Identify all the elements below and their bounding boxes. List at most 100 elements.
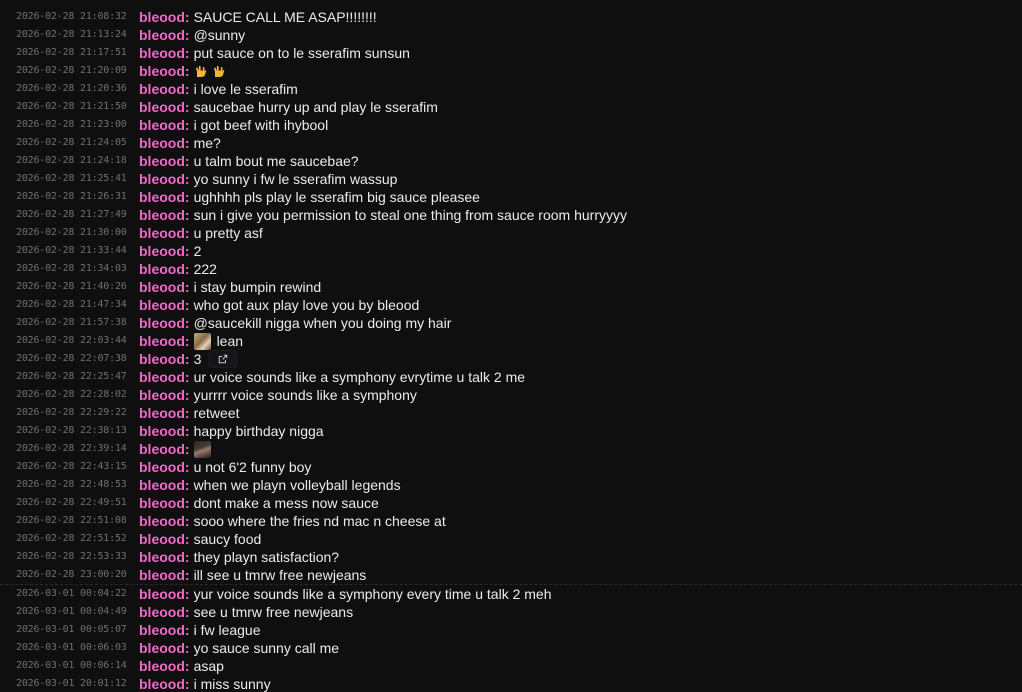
image-thumbnail[interactable]: [193, 440, 211, 458]
chat-message: 2026-03-01 00:06:14 bleood: asap: [0, 657, 1022, 675]
username-separator: :: [184, 315, 190, 331]
message-timestamp: 2026-02-28 22:03:44: [16, 335, 127, 346]
message-username[interactable]: bleood: [139, 332, 185, 350]
message-username[interactable]: bleood: [139, 314, 185, 332]
message-username[interactable]: bleood: [139, 152, 185, 170]
chat-message: 2026-02-28 22:51:08 bleood: sooo where the…: [0, 512, 1022, 530]
message-text: put sauce on to le sserafim sunsun: [193, 45, 410, 61]
message-username[interactable]: bleood: [139, 386, 185, 404]
message-username[interactable]: bleood: [139, 350, 185, 368]
message-username[interactable]: bleood: [139, 278, 185, 296]
message-text: i fw league: [193, 622, 261, 638]
chat-message: 2026-02-28 22:48:53 bleood: when we playn …: [0, 476, 1022, 494]
message-username[interactable]: bleood: [139, 476, 185, 494]
message-timestamp: 2026-02-28 21:57:38: [16, 317, 127, 328]
message-username[interactable]: bleood: [139, 639, 185, 657]
message-username[interactable]: bleood: [139, 242, 185, 260]
message-username[interactable]: bleood: [139, 62, 185, 80]
message-username[interactable]: bleood: [139, 566, 185, 584]
chat-message: 2026-03-01 00:05:07 bleood: i fw league: [0, 621, 1022, 639]
username-separator: :: [184, 513, 190, 529]
message-username[interactable]: bleood: [139, 585, 185, 603]
message-text: ill see u tmrw free newjeans: [193, 567, 367, 583]
message-username[interactable]: bleood: [139, 548, 185, 566]
username-separator: :: [184, 189, 190, 205]
image-thumbnail[interactable]: [193, 332, 211, 350]
username-separator: :: [184, 45, 190, 61]
message-username[interactable]: bleood: [139, 530, 185, 548]
message-username[interactable]: bleood: [139, 440, 185, 458]
horns-hand-emoji: [194, 64, 208, 78]
message-username[interactable]: bleood: [139, 675, 185, 692]
chat-message: 2026-02-28 21:40:26 bleood: i stay bumpin …: [0, 278, 1022, 296]
message-username[interactable]: bleood: [139, 512, 185, 530]
message-timestamp: 2026-02-28 21:20:09: [16, 65, 127, 76]
chat-message: 2026-02-28 21:47:34 bleood: who got aux pl…: [0, 296, 1022, 314]
message-text: @saucekill nigga when you doing my hair: [193, 315, 452, 331]
message-username[interactable]: bleood: [139, 170, 185, 188]
message-username[interactable]: bleood: [139, 458, 185, 476]
message-username[interactable]: bleood: [139, 134, 185, 152]
message-timestamp: 2026-02-28 22:38:13: [16, 425, 127, 436]
username-separator: :: [184, 135, 190, 151]
username-separator: :: [184, 351, 190, 367]
message-username[interactable]: bleood: [139, 44, 185, 62]
message-username[interactable]: bleood: [139, 296, 185, 314]
message-username[interactable]: bleood: [139, 404, 185, 422]
message-username[interactable]: bleood: [139, 188, 185, 206]
message-timestamp: 2026-03-01 00:05:07: [16, 624, 127, 635]
message-username[interactable]: bleood: [139, 80, 185, 98]
message-text: lean: [216, 333, 244, 349]
username-separator: :: [184, 225, 190, 241]
message-username[interactable]: bleood: [139, 224, 185, 242]
message-timestamp: 2026-02-28 21:13:24: [16, 29, 127, 40]
chat-log: 2026-02-28 21:08:32 bleood: SAUCE CALL ME …: [0, 0, 1022, 692]
chat-message: 2026-03-01 00:04:49 bleood: see u tmrw fre…: [0, 603, 1022, 621]
chat-message: 2026-02-28 21:57:38 bleood: @saucekill nig…: [0, 314, 1022, 332]
message-username[interactable]: bleood: [139, 8, 185, 26]
chat-message: 2026-02-28 22:43:15 bleood: u not 6'2 funn…: [0, 458, 1022, 476]
chat-message: 2026-03-01 00:04:22 bleood: yur voice soun…: [0, 585, 1022, 603]
message-text: dont make a mess now sauce: [193, 495, 379, 511]
message-text: 2: [193, 243, 202, 259]
message-username[interactable]: bleood: [139, 206, 185, 224]
message-timestamp: 2026-02-28 21:33:44: [16, 245, 127, 256]
username-separator: :: [184, 63, 190, 79]
message-username[interactable]: bleood: [139, 621, 185, 639]
external-link-icon[interactable]: [209, 350, 238, 368]
message-timestamp: 2026-02-28 22:43:15: [16, 461, 127, 472]
message-username[interactable]: bleood: [139, 657, 185, 675]
username-separator: :: [184, 622, 190, 638]
chat-message: 2026-02-28 21:24:05 bleood: me?: [0, 134, 1022, 152]
message-username[interactable]: bleood: [139, 603, 185, 621]
chat-message: 2026-02-28 22:07:38 bleood:3: [0, 350, 1022, 368]
message-timestamp: 2026-03-01 00:06:14: [16, 660, 127, 671]
message-username[interactable]: bleood: [139, 116, 185, 134]
username-separator: :: [184, 604, 190, 620]
message-username[interactable]: bleood: [139, 98, 185, 116]
message-timestamp: 2026-02-28 22:07:38: [16, 353, 127, 364]
message-timestamp: 2026-02-28 22:39:14: [16, 443, 127, 454]
message-username[interactable]: bleood: [139, 494, 185, 512]
chat-message: 2026-02-28 21:21:50 bleood: saucebae hurry…: [0, 98, 1022, 116]
chat-message: 2026-02-28 22:38:13 bleood: happy birthday…: [0, 422, 1022, 440]
message-username[interactable]: bleood: [139, 26, 185, 44]
message-username[interactable]: bleood: [139, 368, 185, 386]
message-timestamp: 2026-03-01 00:06:03: [16, 642, 127, 653]
username-separator: :: [184, 423, 190, 439]
message-timestamp: 2026-02-28 21:08:32: [16, 11, 127, 22]
username-separator: :: [184, 549, 190, 565]
chat-message: 2026-02-28 22:51:52 bleood: saucy food: [0, 530, 1022, 548]
message-timestamp: 2026-02-28 21:21:50: [16, 101, 127, 112]
username-separator: :: [184, 279, 190, 295]
message-username[interactable]: bleood: [139, 260, 185, 278]
message-timestamp: 2026-02-28 21:47:34: [16, 299, 127, 310]
message-text: see u tmrw free newjeans: [193, 604, 354, 620]
message-text: they playn satisfaction?: [193, 549, 340, 565]
message-timestamp: 2026-03-01 00:04:49: [16, 606, 127, 617]
chat-message: 2026-02-28 22:53:33 bleood: they playn sat…: [0, 548, 1022, 566]
message-timestamp: 2026-02-28 21:27:49: [16, 209, 127, 220]
message-timestamp: 2026-02-28 21:24:18: [16, 155, 127, 166]
message-username[interactable]: bleood: [139, 422, 185, 440]
chat-message: 2026-02-28 21:30:00 bleood: u pretty asf: [0, 224, 1022, 242]
